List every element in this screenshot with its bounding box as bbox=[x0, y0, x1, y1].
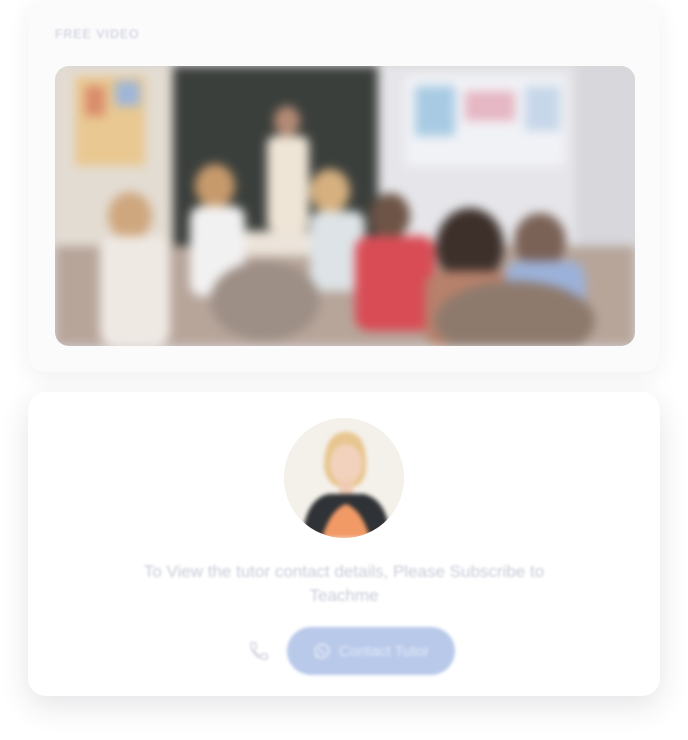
contact-tutor-button[interactable]: Contact Tutor bbox=[287, 627, 455, 675]
page: FREE VIDEO To View the tutor contact det… bbox=[0, 0, 688, 740]
free-video-label: FREE VIDEO bbox=[55, 27, 140, 41]
tutor-contact-card: To View the tutor contact details, Pleas… bbox=[28, 392, 660, 696]
whatsapp-icon bbox=[313, 642, 331, 660]
contact-tutor-label: Contact Tutor bbox=[338, 642, 430, 660]
classroom-thumbnail bbox=[55, 66, 635, 346]
free-video-card: FREE VIDEO bbox=[28, 0, 660, 372]
phone-icon[interactable] bbox=[244, 636, 274, 666]
tutor-avatar bbox=[284, 418, 404, 538]
video-player[interactable] bbox=[55, 66, 635, 346]
subscribe-message: To View the tutor contact details, Pleas… bbox=[143, 562, 545, 605]
